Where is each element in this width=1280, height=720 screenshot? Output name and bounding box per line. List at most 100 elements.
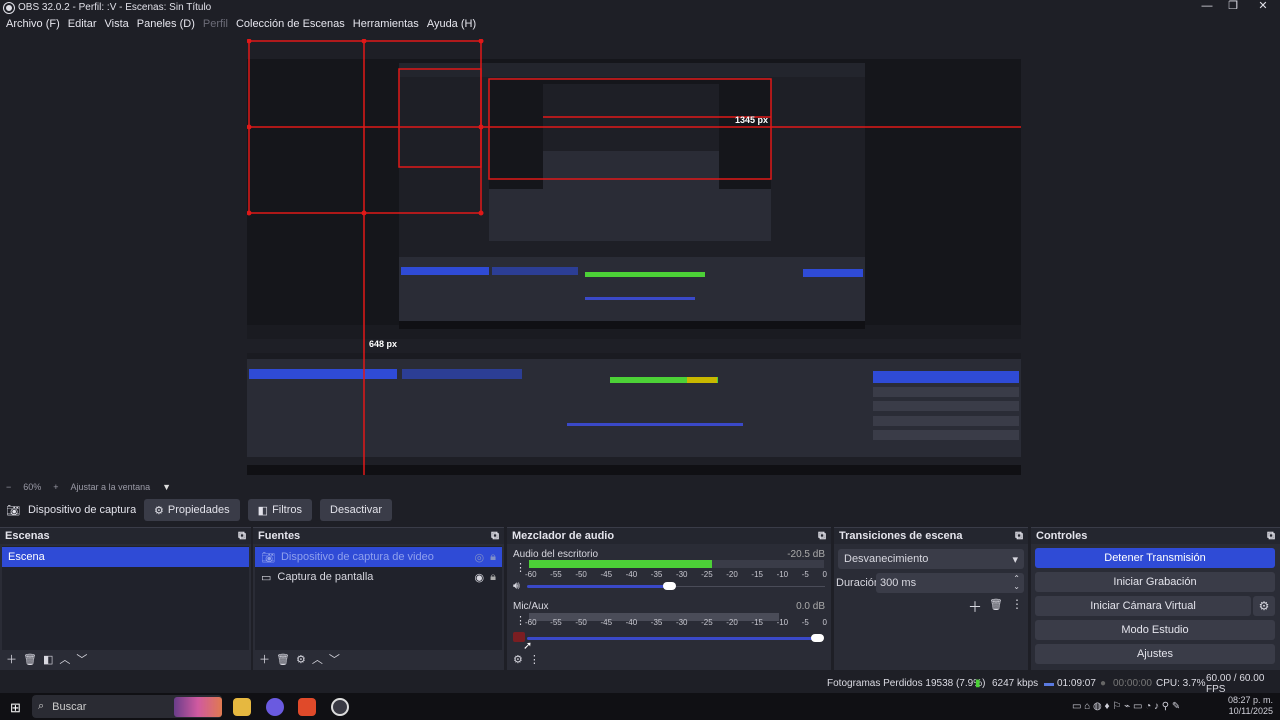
settings-button[interactable]: Ajustes [1035,644,1275,664]
taskbar-search[interactable]: ⌕ Buscar [32,695,222,718]
trash-icon[interactable]: 🗑︎ [276,653,290,666]
kebab-menu-icon[interactable]: ⋮ [529,653,540,666]
scene-label: Escena [8,551,45,563]
add-icon[interactable]: ＋ [259,651,270,667]
duration-value: 300 ms [880,577,917,589]
spin-arrows-icon[interactable]: ⌃ ⌄ [1013,575,1020,591]
menu-coleccion[interactable]: Colección de Escenas [232,18,349,30]
lock-icon[interactable]: 🔒︎ [490,551,502,564]
scenes-title: Escenas [5,530,50,542]
list-item[interactable]: Escena [2,547,249,567]
menu-ayuda[interactable]: Ayuda (H) [423,18,480,30]
list-item[interactable]: ▭ Captura de pantalla ◉ 🔒︎ [255,567,502,587]
sources-list[interactable]: 📷︎ Dispositivo de captura de video ◎ 🔒︎ … [255,546,502,650]
speaker-icon[interactable]: 🔊︎ [513,580,520,593]
dock-undock-icon[interactable]: ⧉ [1267,530,1275,543]
vcam-settings-button[interactable]: ⚙ [1253,596,1275,616]
volume-slider[interactable] [527,585,675,588]
menu-herramientas[interactable]: Herramientas [349,18,423,30]
brave-icon[interactable] [298,698,316,716]
audio-meter-desktop [529,560,712,568]
trash-icon[interactable]: 🗑︎ [23,653,37,666]
move-up-icon[interactable]: ︿ [59,651,70,667]
transition-select[interactable]: Desvanecimiento ▾ [838,549,1024,569]
dock-undock-icon[interactable]: ⧉ [1015,530,1023,543]
preview-canvas[interactable]: 1345 px 648 px [247,39,1021,475]
obs-taskbar-icon[interactable] [331,698,349,716]
meter-scale: -60 -55 -50 -45 -40 -35 -30 -25 -20 -15 -10 -5 0 [525,570,827,579]
status-bar: Fotogramas Perdidos 19538 (7.9%) ▮ 6247 … [0,673,1280,695]
scenes-list[interactable]: Escena [2,546,249,650]
dock-undock-icon[interactable]: ⧉ [491,530,499,543]
menu-vista[interactable]: Vista [101,18,133,30]
lock-icon[interactable]: 🔒︎ [490,571,502,584]
meter-tick-label: 0 [822,618,827,627]
channel-db: 0.0 dB [796,601,825,612]
dock-undock-icon[interactable]: ⧉ [818,530,826,543]
dock-undock-icon[interactable]: ⧉ [238,530,246,543]
deactivate-label: Desactivar [330,504,382,516]
list-item[interactable]: 📷︎ Dispositivo de captura de video ◎ 🔒︎ [255,547,502,567]
meter-tick-label: -60 [525,618,537,627]
file-explorer-icon[interactable] [233,698,251,716]
menu-paneles[interactable]: Paneles (D) [133,18,199,30]
dropdown-arrow-icon[interactable]: ▼ [162,482,171,492]
studio-mode-button[interactable]: Modo Estudio [1035,620,1275,640]
gear-icon[interactable]: ⚙ [296,653,306,666]
volume-slider[interactable] [527,637,823,640]
zoom-out-icon[interactable]: − [6,482,11,492]
rec-icon: ● [1100,678,1107,689]
eye-hidden-icon[interactable]: ◎ [475,551,485,564]
gear-icon: ⚙ [1258,599,1270,613]
search-highlight-icon [174,696,222,717]
transitions-dock: Transiciones de escena ⧉ Desvanecimiento … [834,527,1028,670]
filter-icon: ◧ [257,504,269,517]
meter-tick-label: -20 [726,618,738,627]
properties-button[interactable]: ⚙ Propiedades [144,499,240,521]
menu-editar[interactable]: Editar [64,18,101,30]
move-up-icon[interactable]: ︿ [312,651,323,667]
meter-tick-label: 0 [822,570,827,579]
meter-tick-label: -20 [726,570,738,579]
close-icon[interactable]: ✕ [1248,0,1278,15]
menu-perfil: Perfil [202,18,228,30]
volume-handle[interactable] [663,582,676,590]
tray-icons[interactable]: ▭ ⌂ ◍ ♦ ⚐ ⌁ ▭ ◔ ♪ ⚲ ✎ [1072,701,1180,712]
channel-name: Audio del escritorio [513,549,599,560]
stop-stream-button[interactable]: Detener Transmisión [1035,548,1275,568]
clock[interactable]: 08:27 p. m. 10/11/2025 [1228,695,1273,717]
duration-input[interactable]: 300 ms ⌃ ⌄ [876,573,1024,593]
zoom-in-icon[interactable]: + [53,482,58,492]
signal-icon: ▮ [975,678,981,689]
menu-archivo[interactable]: Archivo (F) [2,18,64,30]
filters-button[interactable]: ◧ Filtros [247,499,313,521]
move-down-icon[interactable]: ﹀ [329,651,340,667]
camera-icon: 📷︎ [6,504,20,517]
gear-icon: ⚙ [154,504,164,517]
app-icon[interactable] [266,698,284,716]
trash-icon[interactable]: 🗑︎ [989,598,1003,611]
scenes-dock: Escenas ⧉ Escena ＋ 🗑︎ ◧ ︿ ﹀ [0,527,251,670]
preview-area[interactable]: 1345 px 648 px [0,33,1280,480]
advanced-audio-icon[interactable]: ⚙ [513,653,523,666]
start-virtual-camera-button[interactable]: Iniciar Cámara Virtual [1035,596,1251,616]
deactivate-button[interactable]: Desactivar [320,499,392,521]
start-recording-button[interactable]: Iniciar Grabación [1035,572,1275,592]
meter-tick-label: -40 [625,618,638,627]
fit-window-label[interactable]: Ajustar a la ventana [71,482,151,492]
eye-icon[interactable]: ◉ [475,571,485,584]
audio-mixer-dock: Mezclador de audio ⧉ Audio del escritorio… [507,527,831,670]
meter-tick-label: -15 [751,570,763,579]
volume-handle[interactable] [811,634,824,642]
controls-title: Controles [1036,530,1088,542]
move-down-icon[interactable]: ﹀ [76,651,87,667]
add-icon[interactable]: ＋ [968,597,982,617]
add-icon[interactable]: ＋ [6,651,17,667]
restore-icon[interactable]: ❐ [1218,0,1248,15]
chevron-down-icon: ▾ [1012,553,1018,566]
kebab-menu-icon[interactable]: ⋮ [1011,597,1023,611]
filter-icon[interactable]: ◧ [43,653,53,666]
windows-start-icon[interactable]: ⊞ [10,700,21,716]
sources-dock: Fuentes ⧉ 📷︎ Dispositivo de captura de vi… [253,527,504,670]
meter-tick-label: -60 [525,570,537,579]
